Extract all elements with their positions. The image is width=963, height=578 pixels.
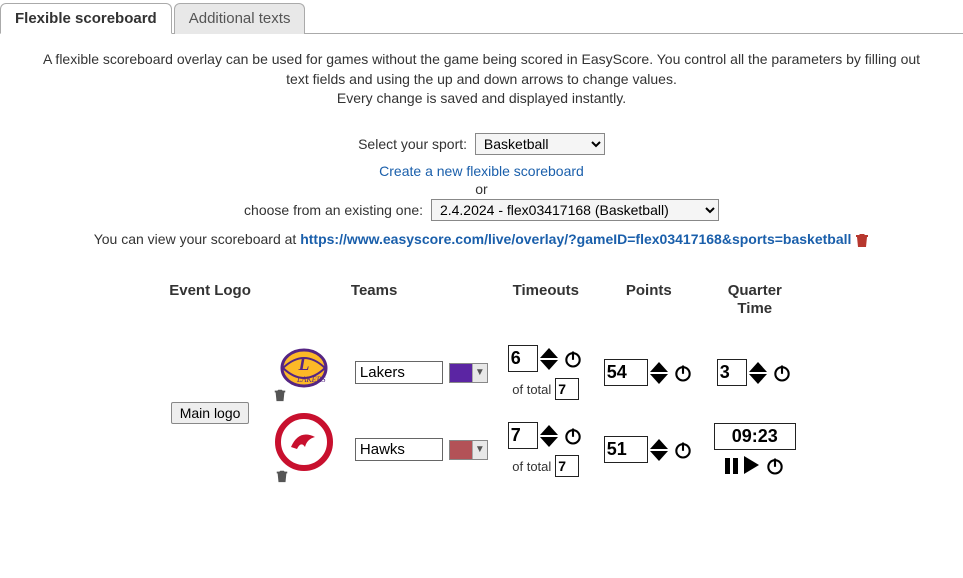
points-input-1[interactable] (604, 359, 648, 386)
points-up-1[interactable] (650, 362, 668, 372)
timeouts-reset-2[interactable] (562, 425, 584, 447)
of-total-label-1: of total (512, 382, 551, 397)
points-reset-1[interactable] (672, 362, 694, 384)
quarter-up[interactable] (749, 362, 767, 372)
delete-logo-hawks-icon[interactable] (275, 469, 333, 483)
team-name-input-1[interactable] (355, 361, 443, 384)
tab-additional-texts[interactable]: Additional texts (174, 3, 306, 34)
header-teams: Teams (345, 278, 498, 336)
intro-text-2: Every change is saved and displayed inst… (337, 90, 626, 106)
create-scoreboard-link[interactable]: Create a new flexible scoreboard (379, 163, 584, 179)
quarter-down[interactable] (749, 374, 767, 384)
header-event-logo: Event Logo (157, 278, 263, 336)
existing-scoreboard-select[interactable]: 2.4.2024 - flex03417168 (Basketball) (431, 199, 719, 221)
total-timeouts-input-2[interactable] (555, 455, 579, 477)
team-color-picker-2[interactable]: ▼ (449, 440, 488, 460)
points-reset-2[interactable] (672, 439, 694, 461)
time-input[interactable] (714, 423, 796, 450)
points-up-2[interactable] (650, 439, 668, 449)
chevron-down-icon: ▼ (472, 441, 487, 459)
select-sport-label: Select your sport: (358, 136, 467, 152)
timeouts-down-1[interactable] (540, 360, 558, 370)
intro-text-1: A flexible scoreboard overlay can be use… (43, 51, 920, 87)
pause-button[interactable] (725, 458, 738, 474)
timeouts-input-1[interactable] (508, 345, 538, 372)
chevron-down-icon: ▼ (472, 364, 487, 382)
timeouts-up-2[interactable] (540, 425, 558, 435)
delete-logo-lakers-icon[interactable] (273, 388, 335, 402)
of-total-label-2: of total (512, 459, 551, 474)
quarter-reset[interactable] (771, 362, 793, 384)
timeouts-down-2[interactable] (540, 437, 558, 447)
svg-text:LAKERS: LAKERS (296, 375, 325, 384)
timeouts-reset-1[interactable] (562, 348, 584, 370)
team-logo-hawks[interactable] (275, 413, 333, 471)
play-button[interactable] (744, 456, 759, 477)
points-input-2[interactable] (604, 436, 648, 463)
time-reset-button[interactable] (765, 456, 785, 476)
points-down-2[interactable] (650, 451, 668, 461)
choose-existing-label: choose from an existing one: (244, 202, 423, 218)
points-down-1[interactable] (650, 374, 668, 384)
quarter-input[interactable] (717, 359, 747, 386)
delete-scoreboard-icon[interactable] (855, 232, 869, 248)
header-points: Points (594, 278, 704, 336)
team-color-picker-1[interactable]: ▼ (449, 363, 488, 383)
team-logo-lakers[interactable]: L LAKERS (273, 340, 335, 390)
team-name-input-2[interactable] (355, 438, 443, 461)
timeouts-input-2[interactable] (508, 422, 538, 449)
scoreboard-url-link[interactable]: https://www.easyscore.com/live/overlay/?… (300, 231, 851, 247)
main-logo-button[interactable]: Main logo (171, 402, 250, 424)
header-timeouts: Timeouts (498, 278, 594, 336)
view-url-prefix: You can view your scoreboard at (94, 231, 301, 247)
or-text: or (0, 181, 963, 197)
timeouts-up-1[interactable] (540, 348, 558, 358)
header-quarter-time: QuarterTime (704, 278, 806, 336)
svg-text:L: L (297, 354, 309, 374)
sport-select[interactable]: Basketball (475, 133, 605, 155)
total-timeouts-input-1[interactable] (555, 378, 579, 400)
tab-flexible-scoreboard[interactable]: Flexible scoreboard (0, 3, 172, 34)
